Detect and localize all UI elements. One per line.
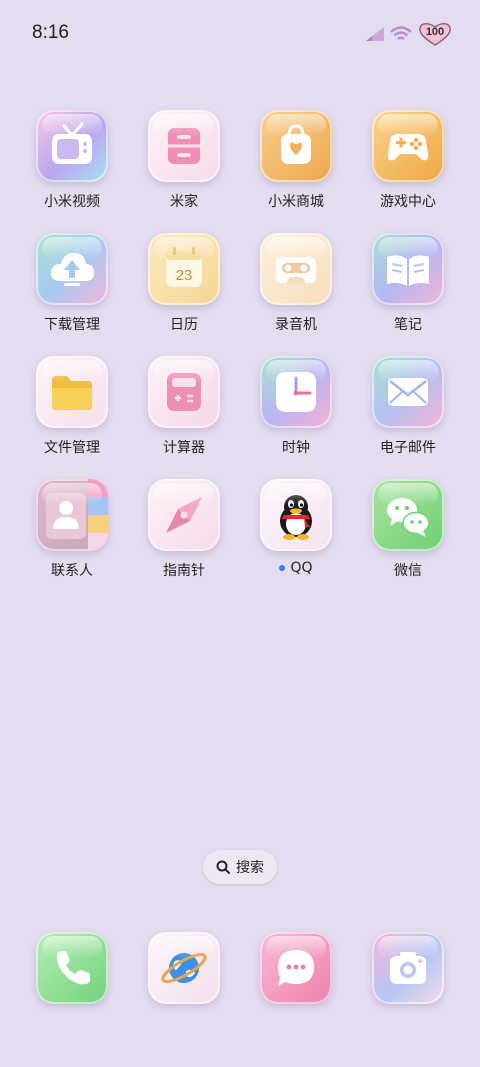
clock-icon [260,356,332,428]
envelope-icon [372,356,444,428]
app-mi-video[interactable]: 小米视频 [16,110,128,211]
app-label: 微信 [394,563,422,579]
phone-icon [36,932,108,1004]
search-label: 搜索 [236,860,264,876]
app-label: 日历 [170,317,198,333]
app-label: 计算器 [163,440,205,456]
tv-icon [36,110,108,182]
dock-camera[interactable] [352,932,464,1004]
app-label: QQ [290,560,313,576]
app-clock[interactable]: 时钟 [240,356,352,457]
folder-icon [36,356,108,428]
contact-icon [36,479,108,551]
dock-phone[interactable] [16,932,128,1004]
compass-icon [148,479,220,551]
battery-level: 100 [425,26,445,38]
cloud-upload-icon [36,233,108,305]
gamepad-icon [372,110,444,182]
globe-icon [148,932,220,1004]
app-label: 下载管理 [44,317,100,333]
app-label: 游戏中心 [380,194,436,210]
app-label: 时钟 [282,440,310,456]
app-notes[interactable]: 笔记 [352,233,464,334]
app-label: 录音机 [275,317,317,333]
dock-messages[interactable] [240,932,352,1004]
dock [16,932,464,1004]
app-file-manager[interactable]: 文件管理 [16,356,128,457]
app-contacts[interactable]: 联系人 [16,479,128,580]
app-mi-mall[interactable]: 小米商城 [240,110,352,211]
app-label: 小米商城 [268,194,324,210]
cassette-icon [260,233,332,305]
cellular-signal-icon [366,27,384,41]
app-label: 米家 [170,194,198,210]
app-compass[interactable]: 指南针 [128,479,240,580]
calculator-icon [148,356,220,428]
shopping-bag-icon [260,110,332,182]
app-wechat[interactable]: 微信 [352,479,464,580]
app-label: 电子邮件 [380,440,436,456]
status-bar: 8:16 100 [0,0,480,68]
calendar-date: 23 [176,267,193,284]
app-download-manager[interactable]: 下载管理 [16,233,128,334]
app-label: 文件管理 [44,440,100,456]
heart-battery-icon: 100 [418,22,452,46]
search-icon [216,860,230,874]
penguin-icon [260,479,332,551]
app-label: 笔记 [394,317,422,333]
dock-browser[interactable] [128,932,240,1004]
app-grid: 小米视频 米家 小米商城 游戏中心 下载管理 23 日历 录音机 笔记 文件管理… [16,110,464,580]
app-game-center[interactable]: 游戏中心 [352,110,464,211]
app-label: 指南针 [163,563,205,579]
app-mijia[interactable]: 米家 [128,110,240,211]
app-email[interactable]: 电子邮件 [352,356,464,457]
search-button[interactable]: 搜索 [203,850,277,884]
app-calculator[interactable]: 计算器 [128,356,240,457]
status-icons: 100 [366,22,452,46]
calendar-icon: 23 [148,233,220,305]
app-calendar[interactable]: 23 日历 [128,233,240,334]
app-label: 联系人 [51,563,93,579]
camera-icon [372,932,444,1004]
message-icon [260,932,332,1004]
chat-bubbles-icon [372,479,444,551]
new-badge-dot [279,565,286,571]
clock-time: 8:16 [32,22,69,43]
open-book-icon [372,233,444,305]
app-recorder[interactable]: 录音机 [240,233,352,334]
wifi-icon [390,26,412,40]
app-label: 小米视频 [44,194,100,210]
cabinet-icon [148,110,220,182]
app-qq[interactable]: QQ [240,479,352,580]
